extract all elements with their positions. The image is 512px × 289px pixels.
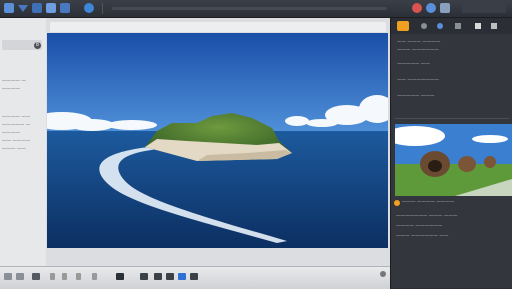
caption-title: ——— ———— ————	[402, 200, 455, 205]
tab-icon[interactable]	[475, 23, 481, 29]
list-item[interactable]: —— ————	[2, 138, 30, 145]
dropdown-icon[interactable]	[18, 5, 28, 12]
settings-icon[interactable]	[84, 3, 94, 13]
list-item[interactable]: ———— —	[2, 78, 26, 85]
left-panel-badge[interactable]: 8	[34, 42, 41, 49]
active-tool-icon[interactable]	[178, 273, 186, 280]
brush-icon[interactable]	[426, 3, 436, 13]
caption-line: ——— —————— ——	[396, 234, 449, 239]
pen-icon[interactable]	[62, 273, 67, 280]
caption-block: ——— ———— ———— ——————— ——— ——— ———— —————…	[394, 198, 510, 268]
panel-divider	[395, 118, 509, 119]
tab-icon[interactable]	[421, 23, 427, 29]
canvas-ruler	[50, 22, 386, 32]
list-item[interactable]: ———— ——	[2, 114, 30, 121]
image-canvas[interactable]	[47, 33, 388, 248]
preview-thumbnail[interactable]	[395, 124, 512, 196]
line-icon[interactable]	[76, 273, 81, 280]
info-line: —— ———————	[397, 78, 439, 83]
crop-icon[interactable]	[116, 273, 124, 280]
info-line: —— ——— ————	[397, 40, 441, 45]
list-item[interactable]: ————	[2, 130, 20, 137]
share-icon[interactable]	[440, 3, 450, 13]
bottom-toolbar	[0, 266, 390, 289]
layer-icon[interactable]	[60, 3, 70, 13]
pan-icon[interactable]	[32, 273, 40, 280]
list-item[interactable]: ——— ——	[2, 146, 26, 153]
tab-icon[interactable]	[437, 23, 443, 29]
properties-block: —— ——— ———— ——— —————— ————— —— —— —————…	[395, 38, 509, 118]
left-panel-list: ———— — ———— ———— —— ————— — ———— —— ————…	[0, 56, 44, 186]
text-icon[interactable]	[154, 273, 162, 280]
frame-icon[interactable]	[32, 3, 42, 13]
eraser-icon[interactable]	[92, 273, 97, 280]
image-icon[interactable]	[46, 3, 56, 13]
toolbar-track	[112, 7, 387, 10]
toolbar-divider	[102, 3, 103, 14]
right-panel-tabs	[391, 18, 512, 34]
tab-icon[interactable]	[455, 23, 461, 29]
more-icon[interactable]	[190, 273, 198, 280]
tab-icon[interactable]	[491, 23, 497, 29]
caption-line: ——————— ——— ———	[396, 214, 458, 219]
caption-line: ———— ——————	[396, 224, 443, 229]
avatar	[394, 200, 400, 206]
left-panel: 8 ———— — ———— ———— —— ————— — ———— —— ——…	[0, 18, 47, 266]
folder-tab-icon[interactable]	[397, 21, 409, 31]
fill-icon[interactable]	[166, 273, 174, 280]
info-line: ——— ——————	[397, 48, 439, 53]
stamp-icon[interactable]	[140, 273, 148, 280]
fit-icon[interactable]	[16, 273, 24, 280]
top-toolbar	[0, 0, 512, 18]
info-line: ————— ———	[397, 94, 435, 99]
pencil-icon[interactable]	[50, 273, 55, 280]
grid-icon[interactable]	[412, 3, 422, 13]
list-item[interactable]: ————— —	[2, 122, 30, 129]
zoom-icon[interactable]	[4, 273, 12, 280]
menu-icon[interactable]	[4, 3, 14, 13]
info-icon[interactable]	[380, 271, 386, 277]
info-line: ————— ——	[397, 62, 430, 67]
list-item[interactable]: ————	[2, 86, 20, 93]
ocean-island-image	[47, 33, 388, 248]
window-controls[interactable]	[462, 3, 506, 13]
preview-image	[395, 124, 512, 196]
